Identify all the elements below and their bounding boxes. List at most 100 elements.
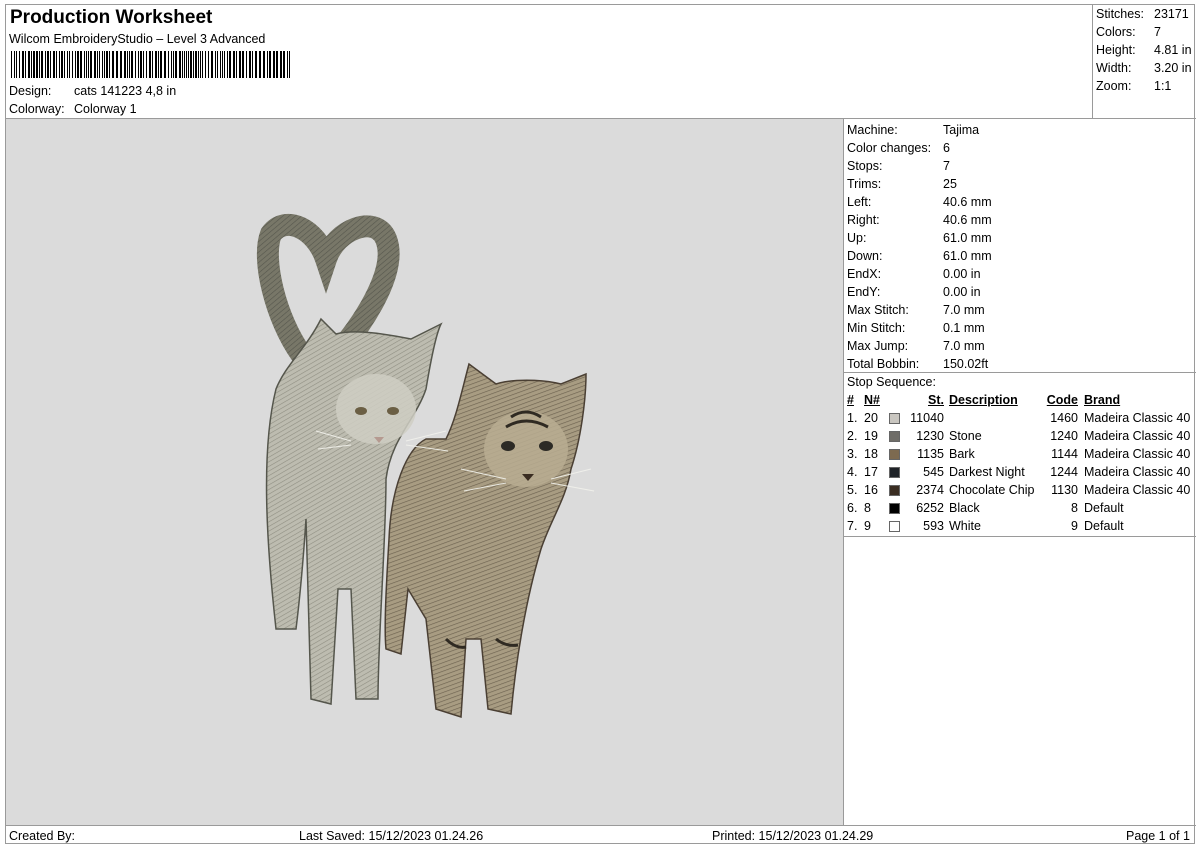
stat-row: Height: 4.81 in — [1096, 43, 1192, 57]
stitch-count: 1135 — [917, 447, 944, 461]
needle-number: 20 — [864, 411, 878, 425]
needle-number: 9 — [864, 519, 871, 533]
design-row: Design: cats 141223 4,8 in — [9, 84, 176, 98]
design-preview — [6, 119, 844, 825]
thread-code: 1144 — [1051, 447, 1078, 461]
machine-info-row: EndY: 0.00 in — [847, 285, 981, 299]
thread-brand: Madeira Classic 40 — [1084, 411, 1191, 425]
stop-index: 3. — [847, 447, 858, 461]
machine-info-row: Machine: Tajima — [847, 123, 979, 137]
embroidery-cats-illustration — [256, 213, 595, 719]
stitch-count: 11040 — [910, 411, 944, 425]
column-header-code: Code — [1046, 393, 1078, 407]
barcode — [11, 51, 290, 78]
eye — [501, 441, 515, 451]
stitch-count: 6252 — [916, 501, 944, 515]
thread-brand: Madeira Classic 40 — [1084, 429, 1191, 443]
info-value: 6 — [943, 141, 950, 155]
last-saved: Last Saved: 15/12/2023 01.24.26 — [299, 829, 484, 843]
stop-sequence-title: Stop Sequence: — [847, 375, 936, 389]
thread-description: Chocolate Chip — [949, 483, 1035, 497]
info-value: 0.00 in — [943, 285, 981, 299]
thread-description: White — [949, 519, 981, 533]
thread-brand: Madeira Classic 40 — [1084, 447, 1191, 461]
stat-value: 1:1 — [1154, 79, 1172, 93]
machine-info-row: Stops: 7 — [847, 159, 950, 173]
right-cat — [384, 362, 587, 719]
stop-index: 4. — [847, 465, 858, 479]
info-label: Total Bobbin: — [847, 357, 920, 371]
stop-index: 1. — [847, 411, 858, 425]
thread-code: 1130 — [1051, 483, 1078, 497]
stat-label: Colors: — [1096, 25, 1136, 39]
stat-row: Width: 3.20 in — [1096, 61, 1192, 75]
software-name: Wilcom EmbroideryStudio – Level 3 Advanc… — [9, 32, 266, 46]
stop-index: 5. — [847, 483, 858, 497]
worksheet-header: Production Worksheet Wilcom EmbroiderySt… — [6, 5, 1092, 119]
machine-info-row: Color changes: 6 — [847, 141, 950, 155]
stat-value: 3.20 in — [1154, 61, 1192, 75]
info-value: 61.0 mm — [943, 231, 992, 245]
divider — [844, 536, 1196, 537]
info-label: Down: — [847, 249, 883, 263]
stat-label: Zoom: — [1096, 79, 1132, 93]
info-label: Left: — [847, 195, 872, 209]
machine-info-row: Trims: 25 — [847, 177, 957, 191]
stat-label: Height: — [1096, 43, 1136, 57]
thread-code: 1240 — [1050, 429, 1078, 443]
machine-info-row: Max Stitch: 7.0 mm — [847, 303, 985, 317]
info-label: Machine: — [847, 123, 898, 137]
machine-info-row: Down: 61.0 mm — [847, 249, 992, 263]
machine-info-row: Up: 61.0 mm — [847, 231, 992, 245]
machine-info-row: Min Stitch: 0.1 mm — [847, 321, 985, 335]
info-value: 0.1 mm — [943, 321, 985, 335]
machine-info-panel: Machine: Tajima Color changes: 6 Stops: 7 Trim… — [844, 119, 1196, 825]
thread-brand: Madeira Classic 40 — [1084, 483, 1191, 497]
info-label: Max Jump: — [847, 339, 909, 353]
info-label: Up: — [847, 231, 867, 245]
thread-code: 8 — [1071, 501, 1078, 515]
needle-number: 19 — [864, 429, 878, 443]
printed-date: Printed: 15/12/2023 01.24.29 — [712, 829, 874, 843]
created-by: Created By: — [9, 829, 76, 843]
eye — [355, 407, 367, 415]
thread-code: 1460 — [1050, 411, 1078, 425]
info-label: Trims: — [847, 177, 882, 191]
info-label: Stops: — [847, 159, 883, 173]
page-title: Production Worksheet — [10, 7, 213, 28]
machine-info-row: EndX: 0.00 in — [847, 267, 981, 281]
colorway-row: Colorway: Colorway 1 — [9, 102, 137, 116]
stat-row: Stitches: 23171 — [1096, 7, 1189, 21]
info-value: 0.00 in — [943, 267, 981, 281]
info-label: Max Stitch: — [847, 303, 909, 317]
thread-code: 9 — [1071, 519, 1078, 533]
info-label: Color changes: — [847, 141, 932, 155]
stat-value: 23171 — [1154, 7, 1189, 21]
needle-number: 16 — [864, 483, 878, 497]
stitch-count: 1230 — [916, 429, 944, 443]
eye — [387, 407, 399, 415]
column-header-brand: Brand — [1084, 393, 1121, 407]
stop-index: 7. — [847, 519, 858, 533]
info-value: 40.6 mm — [943, 213, 992, 227]
info-value: 25 — [943, 177, 957, 191]
machine-info-row: Total Bobbin: 150.02ft — [847, 357, 988, 371]
stat-row: Zoom: 1:1 — [1096, 79, 1171, 93]
colorway-value: Colorway 1 — [74, 102, 137, 116]
info-label: EndY: — [847, 285, 881, 299]
info-label: Right: — [847, 213, 880, 227]
thread-brand: Default — [1084, 519, 1124, 533]
machine-info-row: Right: 40.6 mm — [847, 213, 992, 227]
info-label: EndX: — [847, 267, 882, 281]
stat-row: Colors: 7 — [1096, 25, 1161, 39]
page-number: Page 1 of 1 — [1126, 829, 1190, 843]
needle-number: 18 — [864, 447, 878, 461]
stop-index: 2. — [847, 429, 858, 443]
machine-info-row: Left: 40.6 mm — [847, 195, 992, 209]
colorway-label: Colorway: — [9, 102, 65, 116]
column-header-num: # — [847, 393, 854, 407]
column-header-stitches: St. — [928, 393, 944, 407]
worksheet-frame: Production Worksheet Wilcom EmbroiderySt… — [5, 4, 1196, 844]
info-value: 150.02ft — [943, 357, 989, 371]
info-value: 7.0 mm — [943, 303, 985, 317]
